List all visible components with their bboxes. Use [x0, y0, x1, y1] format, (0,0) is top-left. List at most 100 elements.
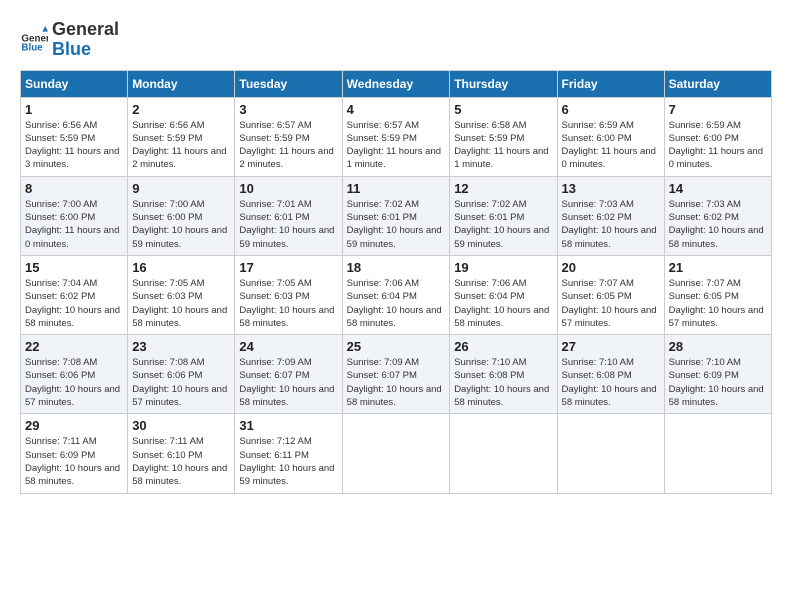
calendar-cell [342, 414, 450, 493]
calendar-cell: 21 Sunrise: 7:07 AMSunset: 6:05 PMDaylig… [664, 255, 771, 334]
calendar-cell: 1 Sunrise: 6:56 AMSunset: 5:59 PMDayligh… [21, 97, 128, 176]
day-number: 8 [25, 181, 123, 196]
day-number: 10 [239, 181, 337, 196]
calendar-cell [557, 414, 664, 493]
day-number: 15 [25, 260, 123, 275]
calendar-cell: 27 Sunrise: 7:10 AMSunset: 6:08 PMDaylig… [557, 335, 664, 414]
logo: General Blue General Blue [20, 20, 119, 60]
logo-text: General Blue [52, 20, 119, 60]
day-info: Sunrise: 7:10 AMSunset: 6:08 PMDaylight:… [562, 356, 660, 409]
day-number: 22 [25, 339, 123, 354]
calendar-cell: 4 Sunrise: 6:57 AMSunset: 5:59 PMDayligh… [342, 97, 450, 176]
calendar-cell: 18 Sunrise: 7:06 AMSunset: 6:04 PMDaylig… [342, 255, 450, 334]
calendar-cell: 13 Sunrise: 7:03 AMSunset: 6:02 PMDaylig… [557, 176, 664, 255]
calendar-week-row: 15 Sunrise: 7:04 AMSunset: 6:02 PMDaylig… [21, 255, 772, 334]
day-info: Sunrise: 6:58 AMSunset: 5:59 PMDaylight:… [454, 119, 552, 172]
day-number: 29 [25, 418, 123, 433]
calendar-header-sunday: Sunday [21, 70, 128, 97]
calendar-header-saturday: Saturday [664, 70, 771, 97]
day-info: Sunrise: 7:11 AMSunset: 6:10 PMDaylight:… [132, 435, 230, 488]
calendar-cell: 28 Sunrise: 7:10 AMSunset: 6:09 PMDaylig… [664, 335, 771, 414]
day-number: 14 [669, 181, 767, 196]
calendar-header-friday: Friday [557, 70, 664, 97]
calendar-cell: 9 Sunrise: 7:00 AMSunset: 6:00 PMDayligh… [128, 176, 235, 255]
calendar-cell: 20 Sunrise: 7:07 AMSunset: 6:05 PMDaylig… [557, 255, 664, 334]
day-info: Sunrise: 7:02 AMSunset: 6:01 PMDaylight:… [454, 198, 552, 251]
calendar-cell: 23 Sunrise: 7:08 AMSunset: 6:06 PMDaylig… [128, 335, 235, 414]
calendar-cell: 10 Sunrise: 7:01 AMSunset: 6:01 PMDaylig… [235, 176, 342, 255]
calendar-week-row: 1 Sunrise: 6:56 AMSunset: 5:59 PMDayligh… [21, 97, 772, 176]
calendar-cell [450, 414, 557, 493]
day-info: Sunrise: 7:03 AMSunset: 6:02 PMDaylight:… [562, 198, 660, 251]
svg-text:Blue: Blue [21, 42, 43, 53]
day-number: 16 [132, 260, 230, 275]
day-number: 5 [454, 102, 552, 117]
day-number: 11 [347, 181, 446, 196]
day-info: Sunrise: 7:10 AMSunset: 6:08 PMDaylight:… [454, 356, 552, 409]
calendar-cell: 8 Sunrise: 7:00 AMSunset: 6:00 PMDayligh… [21, 176, 128, 255]
calendar-cell: 19 Sunrise: 7:06 AMSunset: 6:04 PMDaylig… [450, 255, 557, 334]
calendar-cell: 26 Sunrise: 7:10 AMSunset: 6:08 PMDaylig… [450, 335, 557, 414]
calendar-cell: 11 Sunrise: 7:02 AMSunset: 6:01 PMDaylig… [342, 176, 450, 255]
day-number: 20 [562, 260, 660, 275]
day-number: 13 [562, 181, 660, 196]
day-info: Sunrise: 7:05 AMSunset: 6:03 PMDaylight:… [239, 277, 337, 330]
day-number: 31 [239, 418, 337, 433]
calendar-cell: 6 Sunrise: 6:59 AMSunset: 6:00 PMDayligh… [557, 97, 664, 176]
day-number: 1 [25, 102, 123, 117]
calendar-week-row: 29 Sunrise: 7:11 AMSunset: 6:09 PMDaylig… [21, 414, 772, 493]
day-number: 3 [239, 102, 337, 117]
day-info: Sunrise: 7:00 AMSunset: 6:00 PMDaylight:… [25, 198, 123, 251]
calendar-cell: 30 Sunrise: 7:11 AMSunset: 6:10 PMDaylig… [128, 414, 235, 493]
calendar-header-thursday: Thursday [450, 70, 557, 97]
day-info: Sunrise: 7:08 AMSunset: 6:06 PMDaylight:… [25, 356, 123, 409]
day-info: Sunrise: 7:10 AMSunset: 6:09 PMDaylight:… [669, 356, 767, 409]
day-number: 30 [132, 418, 230, 433]
day-info: Sunrise: 6:56 AMSunset: 5:59 PMDaylight:… [132, 119, 230, 172]
day-info: Sunrise: 7:09 AMSunset: 6:07 PMDaylight:… [347, 356, 446, 409]
day-info: Sunrise: 7:07 AMSunset: 6:05 PMDaylight:… [562, 277, 660, 330]
calendar-week-row: 8 Sunrise: 7:00 AMSunset: 6:00 PMDayligh… [21, 176, 772, 255]
day-info: Sunrise: 7:00 AMSunset: 6:00 PMDaylight:… [132, 198, 230, 251]
calendar-cell: 24 Sunrise: 7:09 AMSunset: 6:07 PMDaylig… [235, 335, 342, 414]
day-info: Sunrise: 7:12 AMSunset: 6:11 PMDaylight:… [239, 435, 337, 488]
calendar-week-row: 22 Sunrise: 7:08 AMSunset: 6:06 PMDaylig… [21, 335, 772, 414]
calendar-cell: 7 Sunrise: 6:59 AMSunset: 6:00 PMDayligh… [664, 97, 771, 176]
calendar-cell: 16 Sunrise: 7:05 AMSunset: 6:03 PMDaylig… [128, 255, 235, 334]
day-info: Sunrise: 7:02 AMSunset: 6:01 PMDaylight:… [347, 198, 446, 251]
day-info: Sunrise: 7:08 AMSunset: 6:06 PMDaylight:… [132, 356, 230, 409]
day-info: Sunrise: 7:06 AMSunset: 6:04 PMDaylight:… [454, 277, 552, 330]
calendar-cell: 12 Sunrise: 7:02 AMSunset: 6:01 PMDaylig… [450, 176, 557, 255]
calendar-cell [664, 414, 771, 493]
calendar-cell: 31 Sunrise: 7:12 AMSunset: 6:11 PMDaylig… [235, 414, 342, 493]
page-header: General Blue General Blue [20, 20, 772, 60]
day-number: 6 [562, 102, 660, 117]
day-info: Sunrise: 7:03 AMSunset: 6:02 PMDaylight:… [669, 198, 767, 251]
day-number: 12 [454, 181, 552, 196]
day-info: Sunrise: 6:59 AMSunset: 6:00 PMDaylight:… [669, 119, 767, 172]
day-number: 24 [239, 339, 337, 354]
calendar-header-monday: Monday [128, 70, 235, 97]
logo-icon: General Blue [20, 26, 48, 54]
day-number: 28 [669, 339, 767, 354]
calendar-cell: 3 Sunrise: 6:57 AMSunset: 5:59 PMDayligh… [235, 97, 342, 176]
calendar-header-row: SundayMondayTuesdayWednesdayThursdayFrid… [21, 70, 772, 97]
calendar-cell: 29 Sunrise: 7:11 AMSunset: 6:09 PMDaylig… [21, 414, 128, 493]
calendar-table: SundayMondayTuesdayWednesdayThursdayFrid… [20, 70, 772, 494]
day-number: 23 [132, 339, 230, 354]
calendar-cell: 17 Sunrise: 7:05 AMSunset: 6:03 PMDaylig… [235, 255, 342, 334]
day-info: Sunrise: 6:57 AMSunset: 5:59 PMDaylight:… [239, 119, 337, 172]
day-number: 27 [562, 339, 660, 354]
day-info: Sunrise: 7:07 AMSunset: 6:05 PMDaylight:… [669, 277, 767, 330]
day-number: 7 [669, 102, 767, 117]
day-info: Sunrise: 6:57 AMSunset: 5:59 PMDaylight:… [347, 119, 446, 172]
calendar-cell: 22 Sunrise: 7:08 AMSunset: 6:06 PMDaylig… [21, 335, 128, 414]
day-info: Sunrise: 6:56 AMSunset: 5:59 PMDaylight:… [25, 119, 123, 172]
day-number: 19 [454, 260, 552, 275]
day-number: 26 [454, 339, 552, 354]
day-info: Sunrise: 7:04 AMSunset: 6:02 PMDaylight:… [25, 277, 123, 330]
day-number: 18 [347, 260, 446, 275]
day-number: 2 [132, 102, 230, 117]
calendar-cell: 14 Sunrise: 7:03 AMSunset: 6:02 PMDaylig… [664, 176, 771, 255]
calendar-cell: 15 Sunrise: 7:04 AMSunset: 6:02 PMDaylig… [21, 255, 128, 334]
